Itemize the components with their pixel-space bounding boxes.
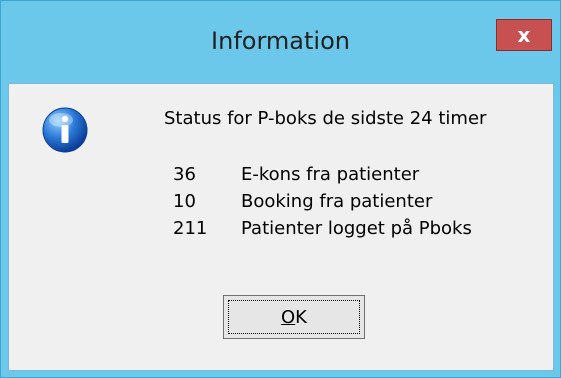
stat-row: 211 Patienter logget på Pboks	[173, 218, 472, 239]
stat-label: Booking fra patienter	[241, 191, 433, 212]
dialog-content: Status for P-boks de sidste 24 timer 36 E…	[8, 83, 554, 371]
window-title: Information	[211, 27, 350, 55]
stat-label: E-kons fra patienter	[241, 164, 420, 185]
close-icon: x	[517, 23, 531, 47]
title-bar[interactable]: Information x	[1, 1, 560, 83]
information-icon	[42, 107, 88, 153]
stat-count: 211	[173, 218, 208, 239]
dialog-window: Information x Status for P-boks de sidst…	[0, 0, 561, 378]
stat-count: 10	[173, 191, 196, 212]
stat-label: Patienter logget på Pboks	[241, 218, 472, 239]
stat-count: 36	[173, 164, 196, 185]
status-message: Status for P-boks de sidste 24 timer	[164, 108, 487, 129]
stat-row: 10 Booking fra patienter	[173, 191, 432, 212]
stat-row: 36 E-kons fra patienter	[173, 164, 419, 185]
ok-mnemonic: O	[281, 306, 296, 328]
close-button[interactable]: x	[496, 19, 552, 51]
ok-label: K	[295, 306, 307, 328]
ok-button[interactable]: OK	[223, 295, 365, 339]
